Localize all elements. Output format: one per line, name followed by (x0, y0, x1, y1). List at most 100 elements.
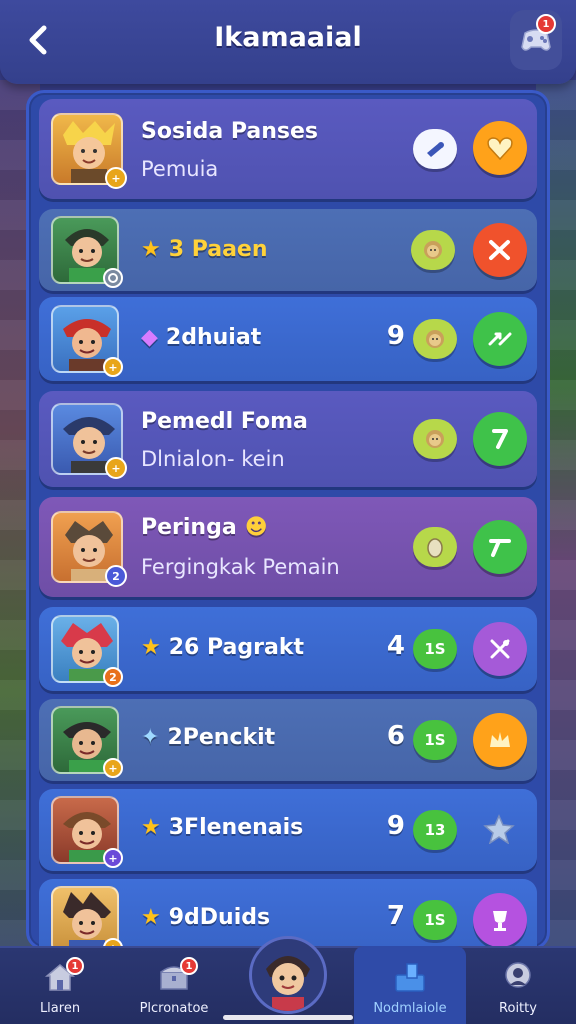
player-subtitle: Dlnialon- kein (141, 447, 285, 471)
nav-label: Nodmlaiole (373, 1001, 447, 1016)
list-item[interactable]: + ✦ 2Penckit 6 1S (39, 699, 537, 781)
player-avatar: 2 (51, 511, 127, 587)
nav-home[interactable]: 1 Llaren (4, 946, 116, 1024)
list-item[interactable]: 2 ★ 26 Pagrakt 4 1S (39, 607, 537, 691)
gem-icon: ◆ (141, 325, 158, 350)
player-avatar: + (51, 706, 123, 778)
profile-avatar-button[interactable] (249, 936, 327, 1014)
star-icon (483, 814, 515, 844)
nav-profile[interactable]: Roitty (462, 946, 574, 1024)
toggle-chip[interactable] (413, 129, 457, 169)
player-name: ✦ 2Penckit (141, 725, 275, 750)
avatar-badge: + (103, 848, 123, 868)
player-name-text: 9dDuids (168, 905, 271, 930)
level-chip[interactable]: 13 (413, 810, 457, 850)
avatar-badge: 2 (105, 565, 127, 587)
leaderboard-icon (392, 961, 428, 993)
level-chip[interactable]: 1S (413, 629, 457, 669)
nav-leaderboard[interactable]: Nodmlaiole (354, 946, 466, 1024)
player-name-text: 26 Pagrakt (168, 635, 304, 660)
avatar-badge: + (105, 457, 127, 479)
avatar-badge (103, 268, 123, 288)
action-button[interactable] (473, 412, 527, 466)
lion-chip[interactable] (411, 230, 455, 270)
level-chip[interactable]: 1S (413, 720, 457, 760)
lion-icon (426, 430, 444, 448)
notification-badge: 1 (536, 14, 556, 34)
list-item[interactable]: + ◆ 2dhuiat 9 (39, 297, 537, 381)
action-button[interactable] (473, 223, 527, 277)
player-portrait-icon (266, 956, 310, 1011)
page-title: Ikamaaial (214, 22, 362, 53)
nav-label: Llaren (39, 1001, 81, 1016)
list-item[interactable]: + Sosida Panses Pemuia (39, 99, 537, 199)
lion-icon (426, 330, 444, 348)
sword-icon (489, 539, 511, 557)
player-name: ★ 26 Pagrakt (141, 635, 304, 660)
heart-shield-icon (487, 137, 513, 161)
lion-chip[interactable] (413, 419, 457, 459)
lion-icon (424, 241, 442, 259)
player-avatar: + (51, 305, 123, 377)
avatar-badge: + (105, 167, 127, 189)
player-name: ★ 3Flenenais (141, 815, 303, 840)
action-button[interactable] (473, 713, 527, 767)
nav-label: Plcronatoe (139, 1001, 209, 1016)
action-button[interactable] (477, 807, 521, 851)
crossed-tools-icon (490, 639, 510, 659)
chest-icon: 1 (156, 957, 198, 993)
egg-icon (427, 538, 443, 558)
player-avatar (51, 216, 123, 288)
emoji-face-icon: ☻ (244, 515, 268, 540)
action-button[interactable] (473, 121, 527, 175)
nav-label: Roitty (499, 1001, 537, 1016)
rank-number: 9 (386, 811, 405, 841)
rank-number: 7 (386, 901, 405, 931)
arrows-icon (488, 332, 512, 346)
player-avatar: + (51, 113, 127, 189)
list-item[interactable]: 2 Peringa ☻ Fergingkak Pemain (39, 497, 537, 597)
star-icon: ★ (141, 237, 161, 262)
avatar-badge: + (103, 758, 123, 778)
action-button[interactable] (473, 520, 527, 574)
player-avatar: + (51, 403, 127, 479)
player-name: Pemedl Foma (141, 409, 308, 434)
trophy-icon (493, 911, 507, 931)
nav-chest[interactable]: 1 Plcronatoe (118, 946, 230, 1024)
lion-chip[interactable] (413, 319, 457, 359)
avatar-badge: 2 (103, 667, 123, 687)
player-name-text: Peringa (141, 515, 237, 540)
top-bar: Ikamaaial 1 (0, 0, 576, 84)
egg-chip[interactable] (413, 527, 457, 567)
player-name: Sosida Panses (141, 119, 318, 144)
rank-number: 4 (386, 631, 405, 661)
home-indicator (223, 1015, 353, 1020)
list-item[interactable]: ★ 3 Paaen (39, 209, 537, 291)
gear-icon (108, 273, 118, 283)
game-controller-button[interactable]: 1 (510, 10, 562, 70)
star-icon: ★ (141, 815, 161, 840)
player-name: ★ 3 Paaen (141, 237, 268, 262)
notification-badge: 1 (180, 957, 198, 975)
crown-icon (490, 732, 510, 747)
toggle-icon (427, 142, 444, 157)
player-name-text: 3Flenenais (168, 815, 304, 840)
player-name-text: 2dhuiat (165, 325, 262, 350)
action-button[interactable] (473, 622, 527, 676)
player-name: Peringa ☻ (141, 515, 268, 540)
player-name: ★ 9dDuids (141, 905, 270, 930)
rank-number: 6 (386, 721, 405, 751)
level-chip[interactable]: 1S (413, 900, 457, 940)
player-ranking-list: + Sosida Panses Pemuia ★ 3 Paaen + ◆ 2dh… (26, 90, 550, 950)
notification-badge: 1 (66, 957, 84, 975)
bottom-navigation: 1 Llaren 1 Plcronatoe Nodmlaiole Roitty (0, 936, 576, 1024)
action-button[interactable] (473, 893, 527, 947)
action-button[interactable] (473, 312, 527, 366)
list-item[interactable]: + ★ 3Flenenais 9 13 (39, 789, 537, 871)
sword-icon (492, 429, 508, 449)
diamond-icon: ✦ (141, 725, 160, 750)
list-item[interactable]: + Pemedl Foma Dlnialon- kein (39, 391, 537, 487)
player-avatar: + (51, 886, 123, 947)
star-icon: ★ (141, 635, 161, 660)
player-subtitle: Fergingkak Pemain (141, 555, 340, 579)
